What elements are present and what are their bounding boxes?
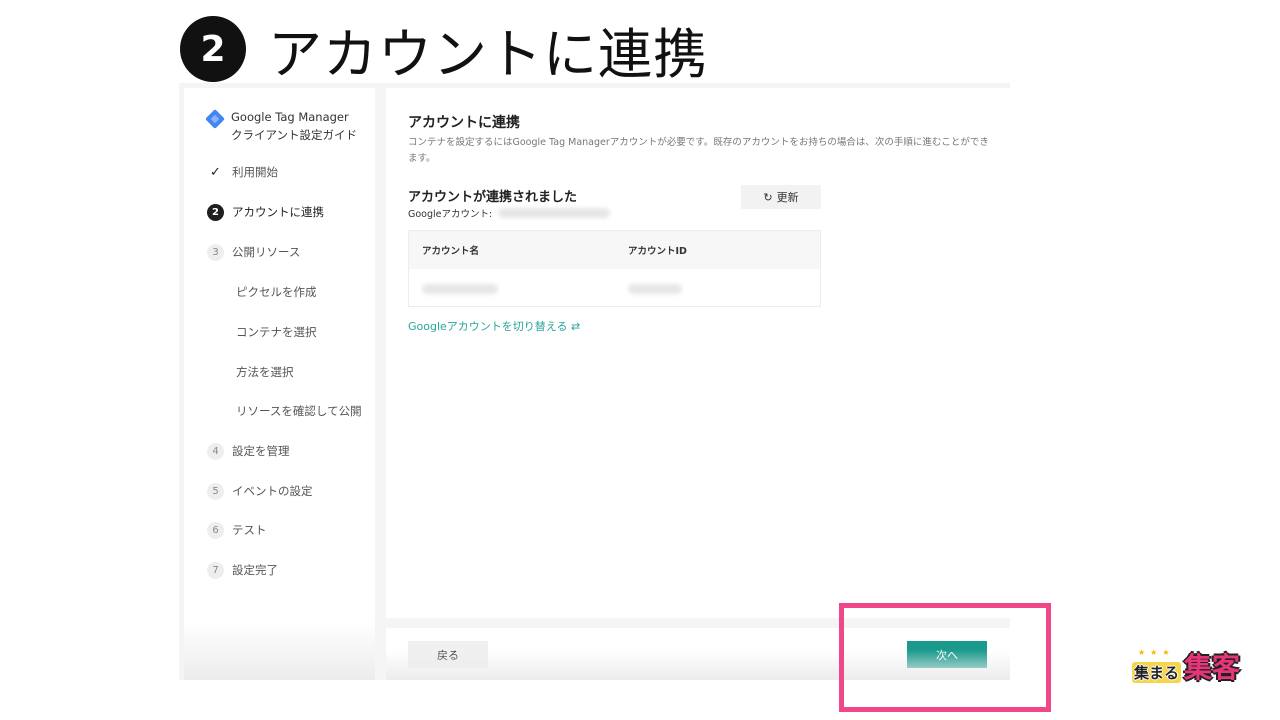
account-id-cell — [615, 279, 682, 298]
guide-title: Google Tag Managerクライアント設定ガイド — [231, 110, 358, 142]
sidebar-step-publish-resources[interactable]: 3 公開リソース — [207, 242, 300, 262]
logo-text-small: 集まる — [1132, 662, 1182, 683]
sidebar-step-link-account[interactable]: 2 アカウントに連携 — [207, 202, 324, 222]
slide-header: 2 アカウントに連携 — [180, 14, 708, 86]
sidebar-step-label: 公開リソース — [232, 245, 301, 259]
account-table: アカウント名 アカウントID — [408, 230, 821, 307]
account-name-cell — [409, 279, 615, 298]
sidebar-step-label: 利用開始 — [232, 165, 278, 179]
table-header: アカウント名 アカウントID — [409, 231, 820, 269]
step-badge: 2 — [207, 203, 224, 221]
gtm-diamond-icon — [205, 109, 225, 129]
redacted-account-id — [628, 283, 682, 294]
sidebar-step-test[interactable]: 6 テスト — [207, 520, 267, 540]
redacted-account-name — [422, 283, 498, 294]
step-badge: 3 — [207, 243, 224, 261]
google-account-label: Googleアカウント: — [408, 209, 493, 220]
page-description: コンテナを設定するにはGoogle Tag Managerアカウントが必要です。… — [408, 137, 989, 164]
star-icons: ★★★ — [1138, 648, 1175, 657]
refresh-label: 更新 — [776, 191, 799, 204]
sidebar-step-label: 設定完了 — [232, 563, 278, 577]
step-badge: 5 — [207, 482, 224, 500]
table-row[interactable] — [409, 269, 820, 307]
sidebar-step-label: アカウントに連携 — [232, 205, 324, 219]
step-badge: 4 — [207, 442, 224, 460]
switch-account-link[interactable]: Googleアカウントを切り替える ⇄ — [408, 318, 580, 334]
sidebar: Google Tag Managerクライアント設定ガイド ✓ 利用開始 2 ア… — [184, 88, 375, 680]
sidebar-substep-select-method[interactable]: 方法を選択 — [236, 362, 294, 382]
sidebar-substep-review-publish[interactable]: リソースを確認して公開 — [236, 401, 362, 421]
column-header-account-name: アカウント名 — [422, 246, 480, 257]
guide-header: Google Tag Managerクライアント設定ガイド — [205, 108, 359, 144]
redacted-email — [498, 208, 611, 218]
sidebar-substep-create-pixel[interactable]: ピクセルを作成 — [236, 282, 317, 302]
slide-title: アカウントに連携 — [268, 22, 708, 86]
sidebar-fade — [184, 620, 375, 680]
step-badge: 7 — [207, 561, 224, 579]
column-header-account-id: アカウントID — [628, 246, 687, 257]
check-icon: ✓ — [210, 164, 221, 180]
refresh-icon: ↻ — [763, 190, 773, 204]
main-panel: アカウントに連携 コンテナを設定するにはGoogle Tag Managerアカ… — [386, 88, 1010, 618]
page-title: アカウントに連携 — [408, 115, 520, 131]
sidebar-step-label: テスト — [232, 523, 267, 537]
refresh-button[interactable]: ↻ 更新 — [741, 185, 821, 209]
linked-status-title: アカウントが連携されました — [408, 190, 578, 205]
logo-text-large: 集客 — [1184, 651, 1241, 684]
sidebar-step-start[interactable]: ✓ 利用開始 — [207, 162, 278, 182]
sidebar-substep-select-container[interactable]: コンテナを選択 — [236, 322, 317, 342]
step-badge: 6 — [207, 521, 224, 539]
brand-logo: ★★★ 集まる 集客 — [1132, 648, 1244, 690]
google-account-line: Googleアカウント: — [408, 206, 611, 220]
sidebar-step-manage-settings[interactable]: 4 設定を管理 — [207, 441, 290, 461]
sidebar-step-complete[interactable]: 7 設定完了 — [207, 560, 278, 580]
sidebar-step-event-settings[interactable]: 5 イベントの設定 — [207, 481, 313, 501]
highlight-box — [839, 603, 1051, 712]
sidebar-step-label: 設定を管理 — [232, 444, 290, 458]
app-screenshot: Google Tag Managerクライアント設定ガイド ✓ 利用開始 2 ア… — [179, 83, 1010, 680]
step-number-badge: 2 — [180, 16, 246, 82]
sidebar-step-label: イベントの設定 — [232, 484, 313, 498]
